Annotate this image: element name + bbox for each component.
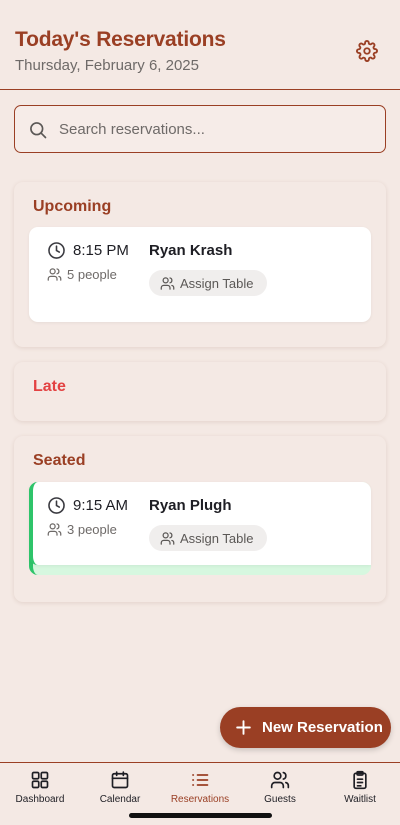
nav-label-reservations: Reservations bbox=[170, 794, 230, 805]
reservation-card[interactable]: 8:15 PM 5 people Ryan Krash Assign Table bbox=[29, 227, 371, 322]
users-icon bbox=[270, 771, 290, 789]
party-size: 5 people bbox=[67, 267, 117, 282]
section-late: Late bbox=[14, 362, 386, 421]
nav-label-calendar: Calendar bbox=[99, 794, 141, 805]
users-icon bbox=[47, 268, 62, 281]
home-indicator bbox=[129, 813, 272, 818]
nav-label-dashboard: Dashboard bbox=[15, 794, 65, 805]
nav-item-waitlist[interactable]: Waitlist bbox=[320, 763, 400, 813]
clipboard-icon bbox=[353, 770, 367, 790]
grid-icon bbox=[31, 771, 49, 789]
reservation-card[interactable]: 9:15 AM 3 people Ryan Plugh Assign Table bbox=[29, 482, 371, 565]
search-input[interactable] bbox=[59, 106, 377, 152]
calendar-icon bbox=[111, 771, 129, 789]
users-icon bbox=[47, 523, 62, 536]
nav-item-guests[interactable]: Guests bbox=[240, 763, 320, 813]
new-reservation-button[interactable]: New Reservation bbox=[220, 707, 391, 748]
section-title-upcoming: Upcoming bbox=[33, 198, 112, 215]
clock-icon bbox=[48, 497, 65, 514]
guest-name: Ryan Krash bbox=[149, 242, 233, 259]
assign-table-button[interactable]: Assign Table bbox=[149, 525, 267, 551]
gear-icon[interactable] bbox=[356, 40, 378, 62]
nav-item-reservations[interactable]: Reservations bbox=[160, 763, 240, 813]
section-upcoming: Upcoming 8:15 PM 5 people Ryan Krash Ass… bbox=[14, 182, 386, 347]
assign-table-label: Assign Table bbox=[180, 531, 254, 546]
clock-icon bbox=[48, 242, 65, 259]
page-title: Today's Reservations bbox=[15, 28, 226, 51]
assign-table-button[interactable]: Assign Table bbox=[149, 270, 267, 296]
header: Today's Reservations Thursday, February … bbox=[0, 0, 400, 90]
nav-label-guests: Guests bbox=[264, 794, 296, 805]
nav-item-calendar[interactable]: Calendar bbox=[80, 763, 160, 813]
users-icon bbox=[160, 532, 175, 545]
party-size: 3 people bbox=[67, 522, 117, 537]
guest-name: Ryan Plugh bbox=[149, 497, 232, 514]
plus-icon bbox=[236, 720, 251, 735]
users-icon bbox=[160, 277, 175, 290]
section-seated: Seated 9:15 AM 3 people Ryan Plugh Assig… bbox=[14, 436, 386, 602]
assign-table-label: Assign Table bbox=[180, 276, 254, 291]
reservation-time: 8:15 PM bbox=[73, 242, 129, 259]
nav-item-dashboard[interactable]: Dashboard bbox=[0, 763, 80, 813]
search-bar bbox=[14, 105, 386, 153]
new-reservation-label: New Reservation bbox=[262, 719, 383, 736]
reservation-time: 9:15 AM bbox=[73, 497, 129, 514]
search-icon bbox=[30, 122, 47, 139]
page-date: Thursday, February 6, 2025 bbox=[15, 57, 199, 74]
list-icon bbox=[192, 774, 209, 786]
nav-label-waitlist: Waitlist bbox=[344, 794, 376, 805]
section-title-seated: Seated bbox=[33, 452, 86, 469]
section-title-late: Late bbox=[33, 378, 66, 395]
